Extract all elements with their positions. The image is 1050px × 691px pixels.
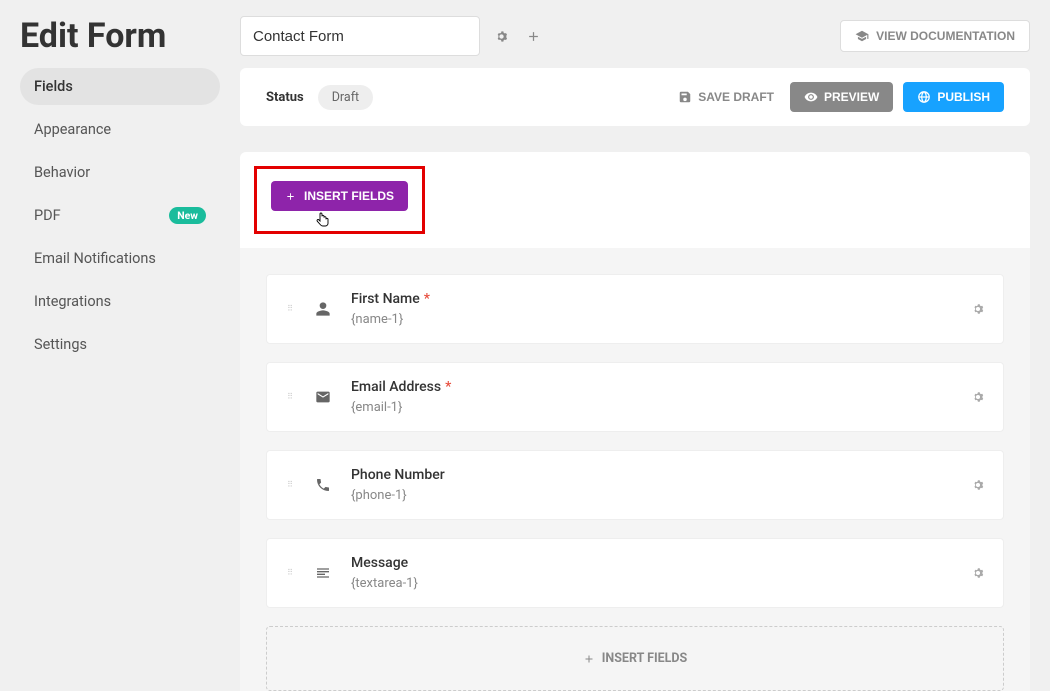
sidebar-item-label: Behavior [34,164,90,181]
field-row[interactable]: ⠿ Message {textarea-1} [266,538,1004,608]
field-label: Message [351,555,408,571]
eye-icon [804,90,818,104]
view-documentation-label: VIEW DOCUMENTATION [876,29,1015,43]
drag-handle-icon[interactable]: ⠿ [285,570,297,576]
insert-fields-dropzone[interactable]: INSERT FIELDS [266,626,1004,691]
sidebar-item-label: Appearance [34,121,111,138]
globe-icon [917,90,931,104]
pointer-cursor-icon [315,211,331,231]
field-slug: {phone-1} [351,488,953,503]
sidebar-item-integrations[interactable]: Integrations [20,283,220,320]
drag-handle-icon[interactable]: ⠿ [285,394,297,400]
sidebar-item-label: PDF [34,207,61,224]
fields-list: ⠿ First Name* {name-1} ⠿ [240,248,1030,691]
preview-label: PREVIEW [824,90,879,104]
status-chip: Draft [318,85,373,110]
sidebar-item-fields[interactable]: Fields [20,68,220,105]
required-indicator: * [445,379,451,395]
preview-button[interactable]: PREVIEW [790,82,893,112]
sidebar-item-pdf[interactable]: PDF New [20,197,220,234]
field-slug: {textarea-1} [351,576,953,591]
insert-fields-drop-label: INSERT FIELDS [602,651,688,666]
field-slug: {name-1} [351,312,953,327]
save-icon [678,90,692,104]
textarea-icon [315,565,333,581]
add-icon[interactable] [522,25,544,47]
field-row[interactable]: ⠿ Email Address* {email-1} [266,362,1004,432]
field-row[interactable]: ⠿ Phone Number {phone-1} [266,450,1004,520]
view-documentation-button[interactable]: VIEW DOCUMENTATION [840,20,1030,52]
save-draft-button[interactable]: SAVE DRAFT [672,90,780,104]
field-slug: {email-1} [351,400,953,415]
save-draft-label: SAVE DRAFT [698,90,774,104]
person-icon [315,301,333,317]
sidebar-item-email-notifications[interactable]: Email Notifications [20,240,220,277]
fields-card: INSERT FIELDS ⠿ First Name* {name-1} [240,152,1030,691]
field-label: First Name [351,291,420,307]
status-label: Status [266,90,304,105]
publish-label: PUBLISH [937,90,990,104]
sidebar-item-label: Integrations [34,293,111,310]
insert-highlight: INSERT FIELDS [254,166,425,234]
sidebar-item-behavior[interactable]: Behavior [20,154,220,191]
publish-button[interactable]: PUBLISH [903,82,1004,112]
form-name-input[interactable] [240,16,480,56]
field-settings-icon[interactable] [971,478,985,492]
insert-fields-label: INSERT FIELDS [304,189,394,203]
drag-handle-icon[interactable]: ⠿ [285,306,297,312]
new-badge: New [169,207,206,224]
plus-icon [583,653,595,665]
field-settings-icon[interactable] [971,302,985,316]
field-label: Phone Number [351,467,445,483]
sidebar-item-label: Fields [34,78,73,95]
field-settings-icon[interactable] [971,390,985,404]
field-label: Email Address [351,379,441,395]
drag-handle-icon[interactable]: ⠿ [285,482,297,488]
mail-icon [315,389,333,405]
sidebar: Fields Appearance Behavior PDF New Email… [20,68,220,691]
sidebar-item-label: Settings [34,336,87,353]
phone-icon [315,477,333,493]
sidebar-item-label: Email Notifications [34,250,156,267]
sidebar-item-appearance[interactable]: Appearance [20,111,220,148]
plus-icon [285,191,296,202]
required-indicator: * [424,291,430,307]
sidebar-item-settings[interactable]: Settings [20,326,220,363]
page-title: Edit Form [20,16,240,56]
field-row[interactable]: ⠿ First Name* {name-1} [266,274,1004,344]
field-settings-icon[interactable] [971,566,985,580]
gear-icon[interactable] [490,25,512,47]
status-card: Status Draft SAVE DRAFT PREVIEW PUBLISH [240,68,1030,126]
insert-fields-button[interactable]: INSERT FIELDS [271,181,408,211]
